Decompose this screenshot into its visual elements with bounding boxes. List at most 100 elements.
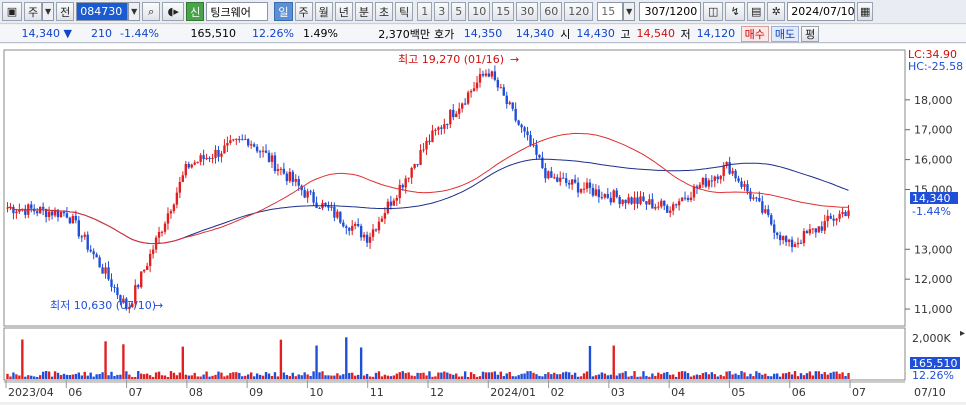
mode-jeon-button[interactable]: 전	[56, 2, 75, 21]
volume-bar	[841, 372, 844, 379]
candle-body	[431, 130, 434, 143]
volume-bar	[847, 373, 850, 379]
shin-badge[interactable]: 신	[186, 2, 205, 21]
candle-body	[796, 242, 800, 245]
volume-bar	[455, 373, 458, 379]
window-icon[interactable]: ▣	[2, 2, 22, 21]
interval-15-button[interactable]: 15	[492, 2, 515, 21]
period-second-button[interactable]: 초	[375, 2, 394, 21]
interval-5-button[interactable]: 5	[451, 2, 467, 21]
candle-body	[654, 206, 657, 209]
volume-bar	[196, 376, 199, 379]
candle-body	[336, 211, 339, 218]
mode-ju-button[interactable]: 주	[24, 2, 43, 21]
volume-bar	[588, 345, 592, 379]
volume-bar	[591, 376, 595, 379]
search-icon[interactable]: ⌕	[142, 2, 161, 21]
volume-bar	[749, 373, 752, 379]
candle-body	[472, 88, 476, 92]
volume-bar	[184, 374, 187, 379]
period-month-button[interactable]: 월	[314, 2, 333, 21]
volume-bar	[636, 376, 639, 379]
volume-bar	[835, 371, 838, 379]
interval-10-button[interactable]: 10	[468, 2, 491, 21]
volume-bar	[145, 373, 149, 379]
sell-button[interactable]: 매도	[770, 25, 800, 42]
candle-body	[832, 218, 835, 221]
candle-body	[104, 267, 107, 274]
save-icon[interactable]: ▤	[747, 2, 766, 21]
date-input[interactable]: 2024/07/10	[787, 2, 856, 21]
volume-bar	[107, 375, 110, 379]
volume-bar	[621, 372, 624, 379]
volume-bar	[452, 374, 455, 379]
volume-bar	[823, 372, 826, 379]
hoga-label: 호가	[434, 27, 455, 41]
period-week-button[interactable]: 주	[294, 2, 313, 21]
sound-icon[interactable]: ◖▸	[162, 2, 185, 21]
high-annotation: 최고 19,270 (01/16)	[398, 53, 504, 66]
candle-body	[276, 169, 280, 171]
volume-expand-icon[interactable]: ▸	[960, 328, 965, 339]
candle-body	[140, 271, 143, 288]
volume-bar	[116, 374, 119, 379]
data-count-input[interactable]: 307/1200	[639, 2, 702, 21]
volume-bar	[666, 371, 669, 379]
volume-bar	[140, 373, 143, 379]
calendar-icon[interactable]: ▦	[857, 2, 874, 21]
volume-bar	[532, 372, 535, 379]
candle-body	[550, 171, 553, 178]
trend-icon[interactable]: ↯	[725, 2, 746, 21]
candle-body	[110, 279, 113, 287]
interval-120-button[interactable]: 120	[564, 2, 594, 21]
interval-value-input[interactable]: 15	[597, 2, 624, 21]
candle-body	[767, 209, 770, 216]
chart-svg: 최고 19,270 (01/16) → 최저 10,630 (07/10) → …	[3, 48, 965, 399]
stock-code-input[interactable]: 084730	[76, 2, 129, 21]
volume-bar	[255, 373, 259, 379]
volume-bar	[838, 373, 841, 379]
candle-body	[731, 170, 734, 174]
candle-body	[285, 173, 289, 182]
volume-bar	[493, 371, 497, 379]
candle-body	[244, 139, 247, 141]
period-minute-button[interactable]: 분	[354, 2, 373, 21]
volume-bar	[86, 375, 89, 379]
candle-body	[377, 221, 381, 231]
volume-bar	[190, 375, 193, 379]
volume-bar	[15, 374, 18, 379]
interval-dropdown[interactable]: ▼	[623, 2, 636, 21]
high-price: 14,540	[636, 27, 676, 40]
candle-body	[380, 218, 384, 222]
candle-body	[585, 182, 589, 189]
compare-icon[interactable]: ◫	[703, 2, 724, 21]
period-year-button[interactable]: 년	[334, 2, 353, 21]
volume-bar	[27, 375, 30, 379]
stock-chart[interactable]: 최고 19,270 (01/16) → 최저 10,630 (07/10) → …	[0, 44, 966, 402]
period-tick-button[interactable]: 틱	[395, 2, 414, 21]
y-tick-label: 12,000	[914, 273, 953, 286]
candle-body	[576, 182, 580, 193]
eval-button[interactable]: 평	[801, 25, 820, 42]
volume-bar	[291, 372, 294, 379]
volume-bar	[193, 372, 196, 379]
candle-body	[609, 197, 612, 203]
volume-bar	[671, 374, 675, 379]
volume-bar	[657, 372, 660, 379]
candle-body	[163, 223, 167, 232]
interval-30-button[interactable]: 30	[516, 2, 539, 21]
stock-code-dropdown[interactable]: ▼	[128, 2, 141, 21]
volume-bar	[261, 375, 265, 379]
interval-3-button[interactable]: 3	[434, 2, 450, 21]
candle-body	[422, 149, 425, 151]
interval-1-button[interactable]: 1	[417, 2, 433, 21]
volume-bar	[746, 376, 749, 379]
mode-dropdown-arrow[interactable]: ▼	[42, 2, 55, 21]
candle-body	[674, 204, 678, 206]
period-day-button[interactable]: 일	[274, 2, 293, 21]
interval-60-button[interactable]: 60	[540, 2, 563, 21]
gear-icon[interactable]: ✲	[767, 2, 786, 21]
buy-button[interactable]: 매수	[740, 25, 769, 42]
y-tick-label: 18,000	[914, 94, 953, 107]
candle-body	[553, 177, 556, 179]
